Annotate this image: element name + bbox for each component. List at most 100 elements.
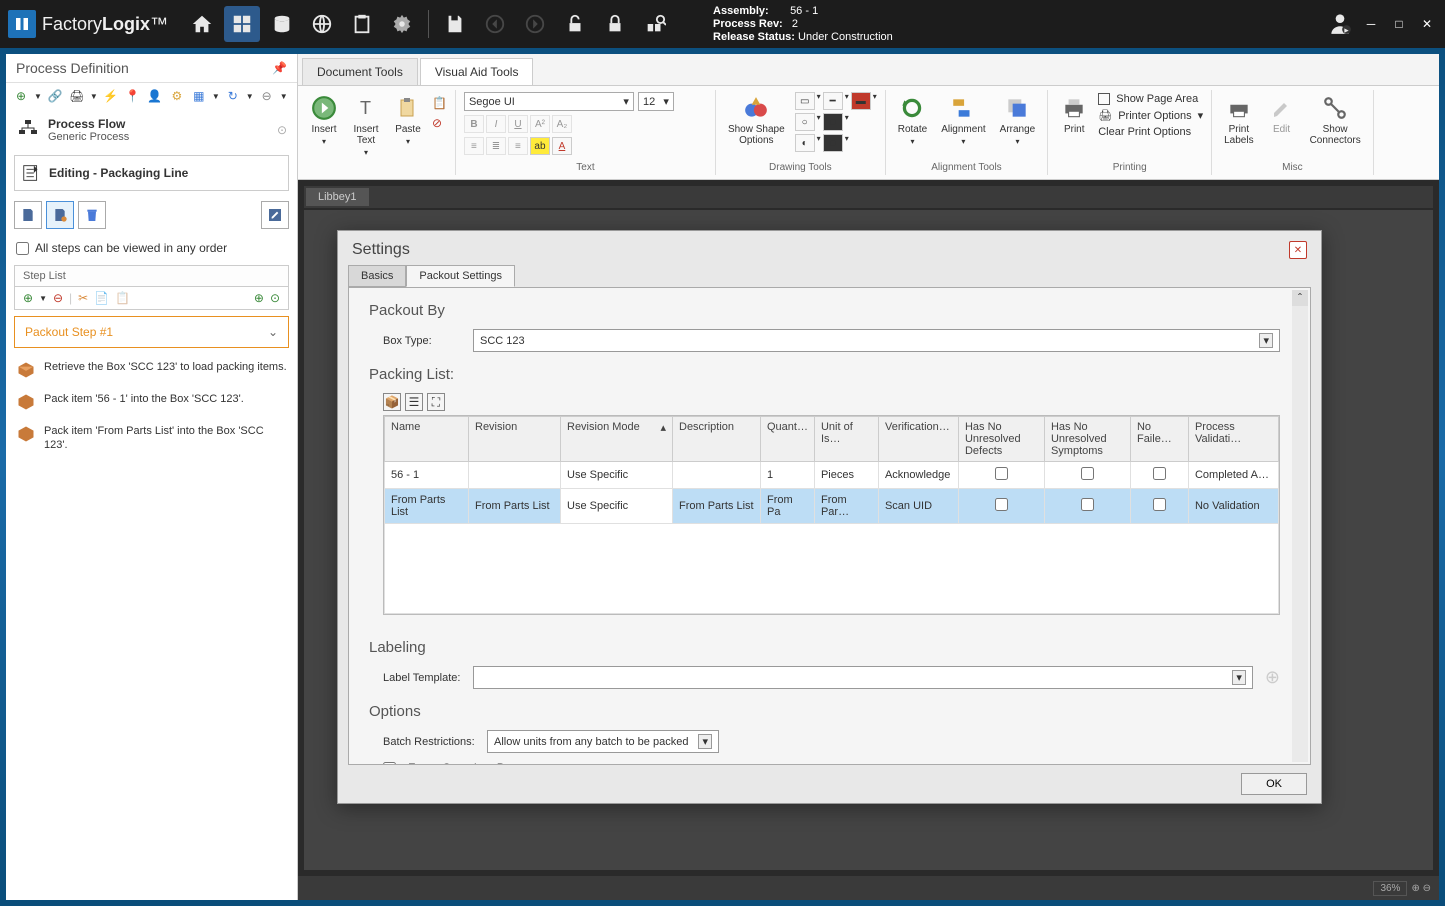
add-label-icon[interactable]: ⊕ bbox=[1265, 667, 1280, 688]
clear-print-button[interactable]: Clear Print Options bbox=[1098, 125, 1203, 139]
symptoms-checkbox[interactable] bbox=[1081, 467, 1094, 480]
cut-icon[interactable]: ✂ bbox=[78, 291, 88, 305]
underline-button[interactable]: U bbox=[508, 115, 528, 133]
font-select[interactable]: Segoe UI▾ bbox=[464, 92, 634, 111]
lock-button[interactable] bbox=[597, 6, 633, 42]
plug-icon[interactable]: ⚡ bbox=[102, 87, 120, 105]
box-icon[interactable]: ▦ bbox=[190, 87, 208, 105]
home-button[interactable] bbox=[184, 6, 220, 42]
italic-button[interactable]: I bbox=[486, 115, 506, 133]
col-verif[interactable]: Verification… bbox=[878, 417, 958, 462]
shape3-icon[interactable]: ◐ bbox=[795, 134, 815, 152]
gear-icon[interactable]: ⚙ bbox=[168, 87, 186, 105]
maximize-button[interactable]: □ bbox=[1389, 14, 1409, 34]
up-icon[interactable]: ⊕ bbox=[254, 291, 264, 305]
unlock-button[interactable] bbox=[557, 6, 593, 42]
show-page-area-button[interactable]: Show Page Area bbox=[1098, 92, 1203, 106]
col-revision-mode[interactable]: Revision Mode ▴ bbox=[561, 417, 673, 462]
col-symptoms[interactable]: Has No Unresolved Symptoms bbox=[1044, 417, 1130, 462]
all-steps-checkbox-row[interactable]: All steps can be viewed in any order bbox=[6, 235, 297, 261]
align-center-button[interactable]: ≣ bbox=[486, 137, 506, 155]
save-tool[interactable] bbox=[14, 201, 42, 229]
process-flow-box[interactable]: Process Flow Generic Process ⊙ bbox=[6, 109, 297, 151]
user-icon[interactable] bbox=[1327, 10, 1353, 39]
fill-icon[interactable]: ▬ bbox=[851, 92, 871, 110]
saveas-tool[interactable] bbox=[46, 201, 74, 229]
rect-icon[interactable]: ▭ bbox=[795, 92, 815, 110]
tab-visual-aid-tools[interactable]: Visual Aid Tools bbox=[420, 58, 534, 85]
print-icon[interactable]: 🖨 bbox=[68, 87, 86, 105]
box-type-select[interactable]: SCC 123▾ bbox=[473, 329, 1280, 352]
circle-icon[interactable]: ○ bbox=[795, 113, 815, 131]
superscript-button[interactable]: A² bbox=[530, 115, 550, 133]
paste-icon[interactable]: 📋 bbox=[115, 291, 130, 305]
no-entry-icon[interactable]: ⊘ bbox=[432, 116, 447, 130]
minus-icon[interactable]: ⊖ bbox=[258, 87, 276, 105]
user-icon[interactable]: 👤 bbox=[146, 87, 164, 105]
chevron-down-icon[interactable]: ⌄ bbox=[268, 325, 278, 339]
grid-button[interactable] bbox=[224, 6, 260, 42]
step-item[interactable]: Retrieve the Box 'SCC 123' to load packi… bbox=[6, 354, 297, 386]
globe-button[interactable] bbox=[304, 6, 340, 42]
close-button[interactable]: ✕ bbox=[1417, 14, 1437, 34]
arrange-button[interactable]: Arrange▾ bbox=[996, 92, 1040, 148]
insert-text-button[interactable]: TInsert Text▾ bbox=[348, 92, 384, 159]
zoom-controls[interactable]: ⊕ ⊖ bbox=[1411, 883, 1431, 894]
list-icon[interactable]: ☰ bbox=[405, 393, 423, 411]
printer-options-button[interactable]: 🖨Printer Options ▾ bbox=[1098, 108, 1203, 123]
pin-icon[interactable]: 📌 bbox=[272, 61, 287, 75]
col-nofail[interactable]: No Faile… bbox=[1130, 417, 1188, 462]
db-button[interactable] bbox=[264, 6, 300, 42]
alignment-button[interactable]: Alignment▾ bbox=[937, 92, 989, 148]
nofail-checkbox[interactable] bbox=[1153, 467, 1166, 480]
clipboard-button[interactable] bbox=[344, 6, 380, 42]
add-step-icon[interactable]: ⊕ bbox=[23, 291, 33, 305]
ok-button[interactable]: OK bbox=[1241, 773, 1307, 795]
col-defects[interactable]: Has No Unresolved Defects bbox=[958, 417, 1044, 462]
align-left-button[interactable]: ≡ bbox=[464, 137, 484, 155]
add-icon[interactable]: ⊕ bbox=[12, 87, 30, 105]
clipboard-icon[interactable]: 📋 bbox=[432, 96, 447, 110]
print-labels-button[interactable]: Print Labels bbox=[1220, 92, 1257, 148]
subscript-button[interactable]: A₂ bbox=[552, 115, 572, 133]
align-right-button[interactable]: ≡ bbox=[508, 137, 528, 155]
delete-tool[interactable] bbox=[78, 201, 106, 229]
line-icon[interactable]: ━ bbox=[823, 92, 843, 110]
font-size-select[interactable]: 12▾ bbox=[638, 92, 674, 111]
col-revision[interactable]: Revision bbox=[469, 417, 561, 462]
defects-checkbox[interactable] bbox=[995, 498, 1008, 511]
selected-step[interactable]: Packout Step #1 ⌄ bbox=[14, 316, 289, 348]
step-item[interactable]: Pack item 'From Parts List' into the Box… bbox=[6, 418, 297, 458]
step-item[interactable]: Pack item '56 - 1' into the Box 'SCC 123… bbox=[6, 386, 297, 418]
fill3-icon[interactable]: ■ bbox=[823, 134, 843, 152]
edit-tool[interactable] bbox=[261, 201, 289, 229]
forward-button[interactable] bbox=[517, 6, 553, 42]
fill2-icon[interactable]: ■ bbox=[823, 113, 843, 131]
tab-basics[interactable]: Basics bbox=[348, 265, 406, 287]
symptoms-checkbox[interactable] bbox=[1081, 498, 1094, 511]
nofail-checkbox[interactable] bbox=[1153, 498, 1166, 511]
label-template-select[interactable]: ▾ bbox=[473, 666, 1253, 689]
font-color-button[interactable]: A bbox=[552, 137, 572, 155]
shape-options-button[interactable]: Show Shape Options bbox=[724, 92, 789, 148]
insert-button[interactable]: Insert▾ bbox=[306, 92, 342, 148]
force-complete-checkbox[interactable] bbox=[383, 762, 396, 766]
print-button[interactable]: Print bbox=[1056, 92, 1092, 137]
save-button[interactable] bbox=[437, 6, 473, 42]
table-row[interactable]: From Parts ListFrom Parts ListUse Specif… bbox=[385, 489, 1279, 524]
doc-tab[interactable]: Libbey1 bbox=[306, 188, 369, 206]
down-icon[interactable]: ⊙ bbox=[270, 291, 280, 305]
all-steps-checkbox[interactable] bbox=[16, 242, 29, 255]
highlight-button[interactable]: ab bbox=[530, 137, 550, 155]
col-name[interactable]: Name bbox=[385, 417, 469, 462]
col-unit[interactable]: Unit of Is… bbox=[814, 417, 878, 462]
pin2-icon[interactable]: 📍 bbox=[124, 87, 142, 105]
col-description[interactable]: Description bbox=[673, 417, 761, 462]
show-connectors-button[interactable]: Show Connectors bbox=[1306, 92, 1365, 148]
refresh-icon[interactable]: ↻ bbox=[224, 87, 242, 105]
edit-button[interactable]: Edit bbox=[1264, 92, 1300, 137]
box-link-icon[interactable]: ⛶ bbox=[427, 393, 445, 411]
col-quant[interactable]: Quant… bbox=[761, 417, 815, 462]
settings-button[interactable] bbox=[384, 6, 420, 42]
paste-button[interactable]: Paste▾ bbox=[390, 92, 426, 148]
